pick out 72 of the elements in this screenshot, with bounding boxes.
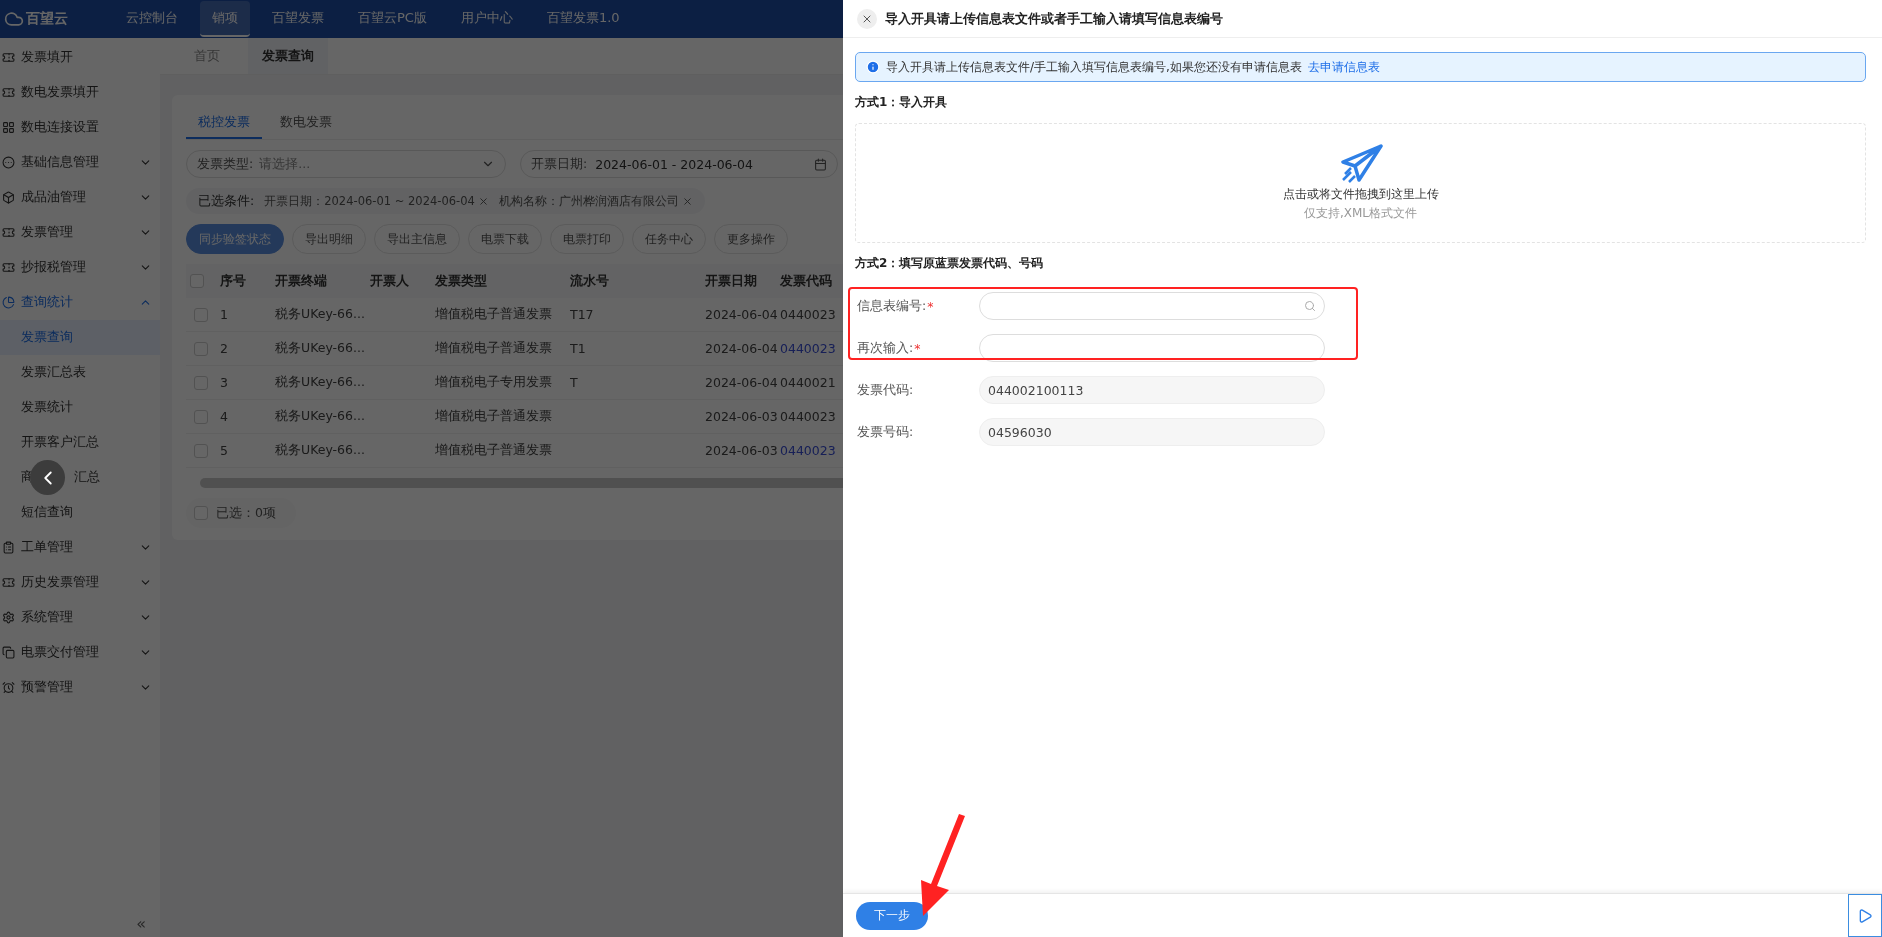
table-cell: 4: [216, 400, 271, 434]
table-cell: 2024-06-03: [701, 434, 776, 468]
nav-tab[interactable]: 用户中心: [448, 1, 525, 37]
required-mark: *: [914, 340, 921, 356]
condition-tag: 机构名称：广州桦润酒店有限公司: [498, 193, 679, 209]
sidebar-subitem[interactable]: 发票统计: [0, 390, 160, 425]
apply-link[interactable]: 去申请信息表: [1307, 58, 1380, 76]
table-cell: 税务UKey-66...: [271, 298, 366, 332]
sidebar-item[interactable]: 数电连接设置: [0, 110, 160, 145]
alert-text: 导入开具请上传信息表文件/手工输入填写信息表编号,如果您还没有申请信息表: [886, 58, 1302, 76]
sidebar-item[interactable]: 抄报税管理: [0, 250, 160, 285]
table-cell: 增值税电子普通发票: [431, 434, 566, 468]
nav-tab[interactable]: 百望云PC版: [346, 1, 439, 37]
required-mark: *: [927, 298, 934, 314]
page-tab[interactable]: 发票查询: [248, 38, 328, 74]
table-cell: 3: [216, 366, 271, 400]
action-button[interactable]: 导出明细: [292, 224, 366, 254]
sidebar-subitem[interactable]: 发票查询: [0, 320, 160, 355]
action-button[interactable]: 电票打印: [550, 224, 624, 254]
upload-hint: 仅支持,XML格式文件: [1303, 205, 1418, 222]
sidebar-item[interactable]: 查询统计: [0, 285, 160, 320]
table-cell: 税务UKey-66...: [271, 434, 366, 468]
condition-tag: 开票日期：2024-06-01 ~ 2024-06-04: [264, 193, 475, 209]
table-cell: T: [566, 366, 701, 400]
table-cell: 2024-06-03: [701, 400, 776, 434]
table-cell: 税务UKey-66...: [271, 400, 366, 434]
upload-text: 点击或将文件拖拽到这里上传: [1282, 186, 1439, 203]
action-button[interactable]: 任务中心: [632, 224, 706, 254]
sub-tab[interactable]: 税控发票: [186, 107, 262, 139]
table-cell: T1: [566, 332, 701, 366]
table-cell: 增值税电子普通发票: [431, 332, 566, 366]
conditions-label: 已选条件:: [198, 192, 255, 210]
sidebar-subitem[interactable]: 发票汇总表: [0, 355, 160, 390]
table-cell: 增值税电子专用发票: [431, 366, 566, 400]
table-cell: T17: [566, 298, 701, 332]
sidebar-subitem[interactable]: 汇总: [74, 469, 100, 486]
table-cell: 2024-06-04: [701, 332, 776, 366]
table-cell: 2: [216, 332, 271, 366]
sidebar-item[interactable]: 电票交付管理: [0, 635, 160, 670]
sidebar-item[interactable]: 历史发票管理: [0, 565, 160, 600]
table-cell: 1: [216, 298, 271, 332]
sidebar-item[interactable]: 基础信息管理: [0, 145, 160, 180]
sidebar-item[interactable]: 成品油管理: [0, 180, 160, 215]
sub-tab[interactable]: 数电发票: [268, 107, 344, 139]
sidebar-item[interactable]: 预警管理: [0, 670, 160, 705]
selection-count: 已选：0项: [216, 504, 276, 522]
drawer-title: 导入开具请上传信息表文件或者手工输入请填写信息表编号: [885, 9, 1223, 28]
logo-text: 百望云: [26, 10, 68, 28]
sidebar-item[interactable]: 系统管理: [0, 600, 160, 635]
action-button[interactable]: 导出主信息: [374, 224, 460, 254]
table-cell: 增值税电子普通发票: [431, 400, 566, 434]
table-cell: 增值税电子普通发票: [431, 298, 566, 332]
collapse-button[interactable]: «: [136, 914, 146, 933]
action-button[interactable]: 更多操作: [714, 224, 788, 254]
upload-area[interactable]: 点击或将文件拖拽到这里上传 仅支持,XML格式文件: [855, 123, 1866, 243]
sidebar-subitem[interactable]: 开票客户汇总: [0, 425, 160, 460]
sidebar-item[interactable]: 发票填开: [0, 40, 160, 75]
next-button[interactable]: 下一步: [856, 901, 928, 930]
sidebar-item[interactable]: 发票管理: [0, 215, 160, 250]
table-cell: 税务UKey-66...: [271, 366, 366, 400]
sidebar-item[interactable]: 数电发票填开: [0, 75, 160, 110]
nav-tab[interactable]: 云控制台: [114, 1, 190, 37]
table-cell: 5: [216, 434, 271, 468]
action-button[interactable]: 电票下载: [468, 224, 542, 254]
nav-tab[interactable]: 百望发票: [260, 1, 336, 37]
sidebar-item[interactable]: 工单管理: [0, 530, 160, 565]
table-cell: 2024-06-04: [701, 366, 776, 400]
table-cell: 税务UKey-66...: [271, 332, 366, 366]
sidebar-subitem[interactable]: 短信查询: [0, 495, 160, 530]
nav-tab[interactable]: 百望发票1.0: [534, 1, 632, 37]
section-title: 方式1：导入开具: [855, 94, 949, 111]
table-cell: 2024-06-04: [701, 298, 776, 332]
